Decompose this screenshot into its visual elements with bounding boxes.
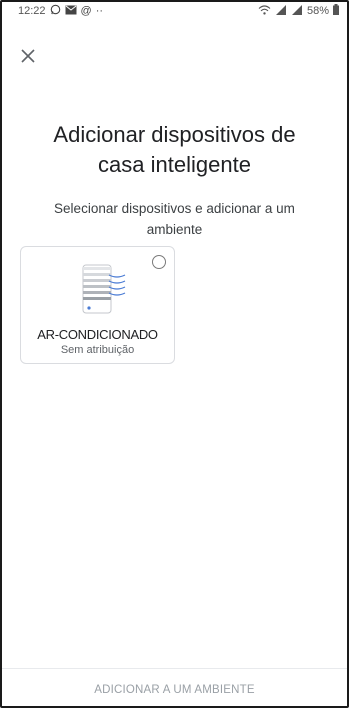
- select-radio[interactable]: [152, 255, 166, 269]
- signal-icon: [275, 4, 287, 18]
- close-button[interactable]: [16, 44, 40, 68]
- whatsapp-icon: [50, 4, 61, 18]
- page-subtitle: Selecionar dispositivos e adicionar a um…: [54, 201, 295, 237]
- status-left: 12:22 @ ··: [18, 4, 103, 18]
- signal-icon: [291, 4, 303, 18]
- status-bar: 12:22 @ ·· 58%: [0, 0, 349, 22]
- bottom-divider: [2, 668, 347, 669]
- device-card-ar-condicionado[interactable]: AR-CONDICIONADO Sem atribuição: [20, 246, 175, 364]
- add-to-room-button[interactable]: ADICIONAR A UM AMBIENTE: [0, 684, 349, 696]
- air-conditioner-icon: [82, 264, 126, 314]
- close-icon: [21, 49, 35, 63]
- device-status: Sem atribuição: [60, 344, 135, 356]
- page-title: Adicionar dispositivos de casa inteligen…: [53, 122, 296, 177]
- mail-icon: [65, 5, 77, 18]
- device-name: AR-CONDICIONADO: [37, 327, 158, 342]
- battery-level: 58%: [306, 5, 329, 17]
- more-dots-icon: ··: [95, 4, 104, 17]
- wifi-icon: [258, 4, 271, 18]
- status-time: 12:22: [18, 5, 46, 17]
- at-icon: @: [80, 4, 92, 17]
- battery-icon: [333, 4, 339, 18]
- status-right: 58%: [258, 4, 339, 18]
